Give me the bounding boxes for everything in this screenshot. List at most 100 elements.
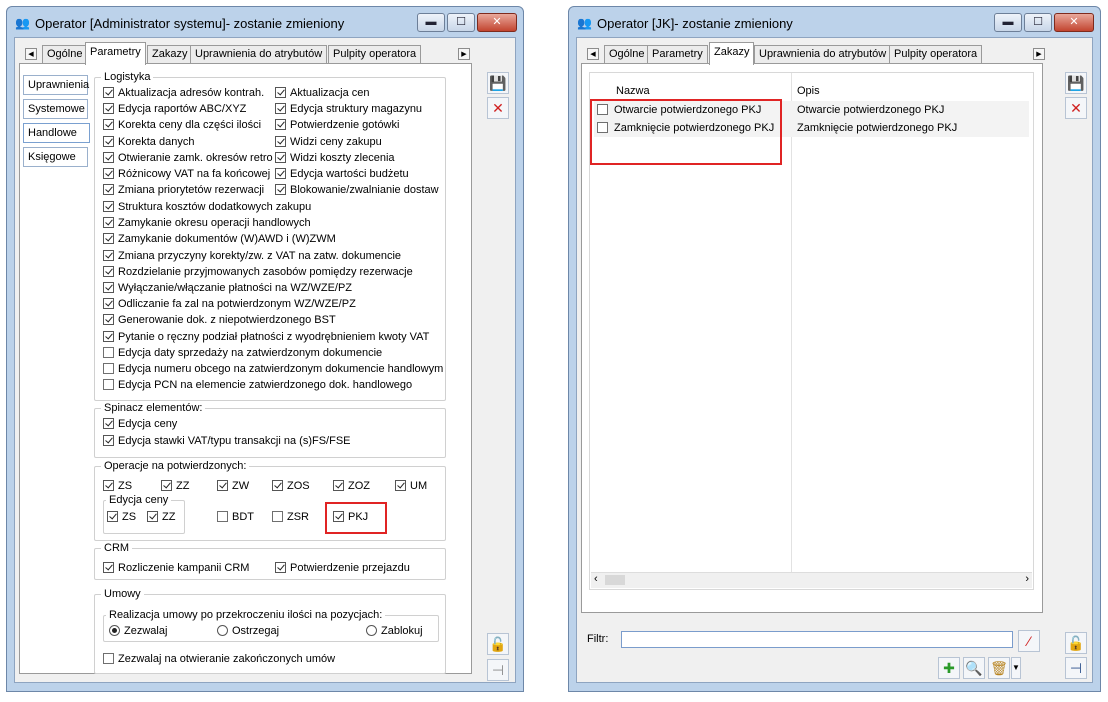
logistyka-checkbox-6[interactable]: Korekta danych [103, 135, 194, 149]
delete-dropdown-button[interactable]: ▼ [1011, 657, 1021, 679]
tab-scroll-left-button[interactable]: ◀ [25, 48, 37, 60]
delete-button[interactable]: 🗑 [988, 657, 1010, 679]
maximize-button[interactable]: ☐ [447, 13, 475, 32]
right-titlebar[interactable]: 👥 Operator [JK]- zostanie zmieniony ▬ ☐ … [569, 7, 1100, 37]
lock-button-right[interactable]: 🔓 [1065, 632, 1087, 654]
logistyka-checkbox-11-box [275, 168, 286, 179]
tab-ogolne[interactable]: Ogólne [42, 45, 88, 64]
pin-button-right[interactable]: ⊣ [1065, 657, 1087, 679]
edycja-ceny-checkbox-zs[interactable]: ZS [107, 511, 136, 524]
close-button-right[interactable]: ✕ [1054, 13, 1094, 32]
operacje-checkbox-zz[interactable]: ZZ [161, 480, 189, 493]
tab-ogolne-right[interactable]: Ogólne [604, 45, 650, 64]
tab-zakazy[interactable]: Zakazy [147, 45, 193, 64]
save-button-right[interactable]: 💾 [1065, 72, 1087, 94]
scroll-right-icon[interactable]: › [1025, 573, 1029, 585]
logistyka-checkbox-2[interactable]: Edycja raportów ABC/XYZ [103, 103, 246, 116]
operacje-checkbox-bdt[interactable]: BDT [217, 511, 254, 524]
radio-zablokuj[interactable]: Zablokuj [366, 625, 423, 638]
logistyka-checkbox-one-6[interactable]: Odliczanie fa zal na potwierdzonym WZ/WZ… [103, 298, 356, 311]
crm-checkbox-0[interactable]: Rozliczenie kampanii CRM [103, 562, 249, 575]
logistyka-checkbox-13[interactable]: Blokowanie/zwalnianie dostaw [275, 184, 439, 197]
tab-parametry[interactable]: Parametry [85, 42, 146, 65]
left-titlebar[interactable]: 👥 Operator [Administrator systemu]- zost… [7, 7, 523, 37]
scroll-left-icon[interactable]: ‹ [594, 573, 598, 585]
crm-checkbox-1[interactable]: Potwierdzenie przejazdu [275, 562, 410, 575]
sidetab-uprawnienia[interactable]: Uprawnienia [23, 75, 89, 95]
logistyka-checkbox-one-7[interactable]: Generowanie dok. z niepotwierdzonego BST [103, 314, 336, 327]
cancel-button[interactable]: ✕ [487, 97, 509, 119]
logistyka-checkbox-one-3[interactable]: Zmiana przyczyny korekty/zw. z VAT na za… [103, 249, 401, 263]
spinacz-title: Spinacz elementów: [101, 402, 206, 414]
logistyka-checkbox-11-label: Edycja wartości budżetu [290, 168, 409, 180]
logistyka-checkbox-3[interactable]: Edycja struktury magazynu [275, 103, 422, 116]
operacje-checkbox-zoz[interactable]: ZOZ [333, 480, 370, 493]
pin-button[interactable]: ⊣ [487, 659, 509, 681]
logistyka-title: Logistyka [101, 71, 154, 83]
operacje-checkbox-um[interactable]: UM [395, 480, 427, 493]
maximize-button-right[interactable]: ☐ [1024, 13, 1052, 32]
tab-scroll-right-button-right[interactable]: ▶ [1033, 48, 1045, 60]
logistyka-checkbox-one-11[interactable]: Edycja PCN na elemencie zatwierdzonego d… [103, 379, 412, 392]
logistyka-checkbox-one-5[interactable]: Wyłączanie/włączanie płatności na WZ/WZE… [103, 282, 352, 295]
maximize-icon: ☐ [1033, 16, 1043, 28]
radio-zezwalaj[interactable]: Zezwalaj [109, 625, 167, 638]
spinacz-checkbox-1[interactable]: Edycja stawki VAT/typu transakcji na (s)… [103, 435, 351, 448]
logistyka-checkbox-11[interactable]: Edycja wartości budżetu [275, 168, 409, 181]
sidetab-ksiegowe[interactable]: Księgowe [23, 147, 88, 167]
logistyka-checkbox-one-1[interactable]: Zamykanie okresu operacji handlowych [103, 217, 311, 230]
clear-filter-button[interactable]: ⁄ [1018, 630, 1040, 652]
column-header-nazwa[interactable]: Nazwa [616, 85, 650, 97]
close-button[interactable]: ✕ [477, 13, 517, 32]
edycja-ceny-checkbox-zz[interactable]: ZZ [147, 511, 175, 524]
search-button[interactable]: 🔍 [963, 657, 985, 679]
tab-zakazy-right[interactable]: Zakazy [709, 42, 755, 65]
logistyka-checkbox-4-label: Korekta ceny dla części ilości [118, 119, 262, 132]
logistyka-checkbox-one-8[interactable]: Pytanie o ręczny podział płatności z wyo… [103, 330, 429, 344]
column-header-opis[interactable]: Opis [797, 85, 820, 97]
logistyka-checkbox-9[interactable]: Widzi koszty zlecenia [275, 151, 395, 165]
tab-pulpity-operatora[interactable]: Pulpity operatora [328, 45, 422, 64]
logistyka-checkbox-10[interactable]: Różnicowy VAT na fa końcowej [103, 168, 270, 181]
operacje-checkbox-zos[interactable]: ZOS [272, 480, 310, 493]
tab-parametry-right[interactable]: Parametry [647, 45, 708, 64]
add-button[interactable]: ✚ [938, 657, 960, 679]
radio-ostrzegaj[interactable]: Ostrzegaj [217, 625, 279, 638]
tab-uprawnienia-atrybutow[interactable]: Uprawnienia do atrybutów [190, 45, 328, 64]
tab-pulpity-operatora-right[interactable]: Pulpity operatora [889, 45, 983, 64]
operacje-checkbox-zsr[interactable]: ZSR [272, 511, 309, 524]
logistyka-checkbox-0[interactable]: Aktualizacja adresów kontrah. [103, 87, 264, 100]
horizontal-scrollbar[interactable]: ‹ › [591, 572, 1032, 588]
minimize-button[interactable]: ▬ [417, 13, 445, 32]
logistyka-checkbox-12[interactable]: Zmiana priorytetów rezerwacji [103, 184, 264, 197]
logistyka-checkbox-1[interactable]: Aktualizacja cen [275, 87, 370, 100]
logistyka-checkbox-one-2[interactable]: Zamykanie dokumentów (W)AWD i (W)ZWM [103, 233, 336, 246]
logistyka-checkbox-7[interactable]: Widzi ceny zakupu [275, 135, 382, 149]
cancel-icon: ✕ [1070, 100, 1082, 116]
operacje-checkbox-zs[interactable]: ZS [103, 480, 132, 493]
minimize-button-right[interactable]: ▬ [994, 13, 1022, 32]
logistyka-checkbox-one-10[interactable]: Edycja numeru obcego na zatwierdzonym do… [103, 363, 443, 376]
logistyka-checkbox-8[interactable]: Otwieranie zamk. okresów retro [103, 151, 273, 165]
operacje-checkbox-zw[interactable]: ZW [217, 480, 249, 493]
crm-checkbox-0-label: Rozliczenie kampanii CRM [118, 562, 250, 574]
save-icon: 💾 [489, 75, 507, 91]
spinacz-checkbox-0[interactable]: Edycja ceny [103, 418, 177, 431]
filter-input[interactable] [621, 631, 1013, 648]
lock-button[interactable]: 🔓 [487, 633, 509, 655]
cancel-button-right[interactable]: ✕ [1065, 97, 1087, 119]
edycja-ceny-title: Edycja ceny [106, 494, 172, 506]
save-button[interactable]: 💾 [487, 72, 509, 94]
tab-uprawnienia-atrybutow-right[interactable]: Uprawnienia do atrybutów [754, 45, 892, 64]
zezwalaj-otwieranie-checkbox[interactable]: Zezwalaj na otwieranie zakończonych umów [103, 653, 335, 666]
scroll-thumb[interactable] [605, 575, 625, 585]
tab-scroll-left-button-right[interactable]: ◀ [587, 48, 599, 60]
logistyka-checkbox-5[interactable]: Potwierdzenie gotówki [275, 119, 399, 132]
logistyka-checkbox-4[interactable]: Korekta ceny dla części ilości [103, 119, 261, 132]
logistyka-checkbox-one-9[interactable]: Edycja daty sprzedaży na zatwierdzonym d… [103, 346, 382, 360]
sidetab-systemowe[interactable]: Systemowe [23, 99, 88, 119]
logistyka-checkbox-one-0[interactable]: Struktura kosztów dodatkowych zakupu [103, 201, 311, 214]
tab-scroll-right-button[interactable]: ▶ [458, 48, 470, 60]
sidetab-handlowe[interactable]: Handlowe [23, 123, 90, 143]
logistyka-checkbox-one-4[interactable]: Rozdzielanie przyjmowanych zasobów pomię… [103, 265, 413, 279]
